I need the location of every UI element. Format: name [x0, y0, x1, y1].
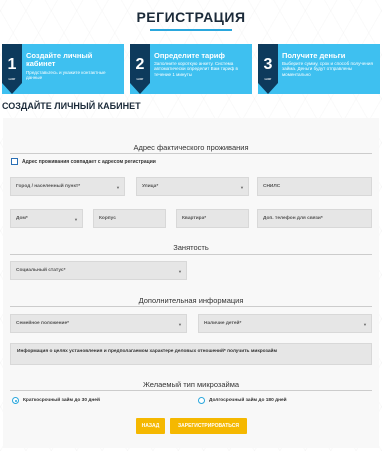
- children-select[interactable]: Наличие детей* ▼: [198, 314, 372, 333]
- employment-section-title: Занятость: [173, 243, 209, 252]
- step-description: Заполните короткую анкету. Система автом…: [154, 61, 238, 77]
- step-number-badge: 3 шаг: [258, 44, 278, 94]
- marital-status-placeholder: Семейное положение*: [16, 321, 70, 326]
- apartment-placeholder: Квартира*: [182, 216, 207, 221]
- short-term-label: Краткосрочный займ до 30 дней: [23, 398, 100, 403]
- step-title: Создайте личный кабинет: [26, 51, 93, 68]
- title-underline: [150, 29, 232, 31]
- chevron-down-icon: ▼: [363, 322, 367, 327]
- steps-banner: 1 шаг Создайте личный кабинет Представьт…: [2, 44, 380, 94]
- step-description: Представьтесь и укажите контактные данны…: [26, 70, 106, 81]
- children-placeholder: Наличие детей*: [204, 321, 242, 326]
- back-button[interactable]: НАЗАД: [136, 418, 165, 434]
- long-term-label: Долгосрочный займ до 180 дней: [209, 398, 287, 403]
- section-divider: [10, 153, 372, 154]
- same-address-label: Адрес проживания совпадает с адресом рег…: [22, 159, 156, 165]
- house-select[interactable]: Дом* ▼: [10, 209, 83, 228]
- snils-input[interactable]: СНИЛС: [257, 177, 372, 196]
- chevron-down-icon: ▼: [178, 322, 182, 327]
- step-word: шаг: [264, 76, 272, 81]
- loan-section-title: Желаемый тип микрозайма: [142, 380, 240, 389]
- address-section-title: Адрес фактического проживания: [133, 143, 249, 152]
- extra-phone-input[interactable]: Доп. телефон для связи*: [257, 209, 372, 228]
- step-word: шаг: [8, 76, 16, 81]
- short-term-radio[interactable]: [12, 397, 19, 404]
- section-divider: [10, 390, 372, 391]
- social-status-select[interactable]: Социальный статус* ▼: [10, 261, 187, 280]
- long-term-radio[interactable]: [198, 397, 205, 404]
- section-divider: [10, 254, 372, 255]
- step-3: 3 шаг Получите деньги Выберите сумму, ср…: [258, 44, 380, 94]
- step-number: 1: [7, 56, 17, 73]
- building-input[interactable]: Корпус: [93, 209, 166, 228]
- step-title: Определите тариф: [154, 51, 225, 60]
- same-address-checkbox[interactable]: [11, 158, 18, 165]
- cabinet-title: СОЗДАЙТЕ ЛИЧНЫЙ КАБИНЕТ: [2, 101, 141, 111]
- chevron-down-icon: ▼: [74, 217, 78, 222]
- step-number: 2: [135, 56, 145, 73]
- step-number-badge: 1 шаг: [2, 44, 22, 94]
- building-placeholder: Корпус: [99, 216, 116, 221]
- house-placeholder: Дом*: [16, 216, 28, 221]
- social-status-placeholder: Социальный статус*: [16, 268, 66, 273]
- apartment-input[interactable]: Квартира*: [176, 209, 249, 228]
- step-title: Получите деньги: [282, 51, 346, 60]
- additional-section-title: Дополнительная информация: [138, 296, 244, 305]
- register-button[interactable]: ЗАРЕГИСТРИРОВАТЬСЯ: [170, 418, 247, 434]
- step-description: Выберите сумму, срок и способ получения …: [282, 61, 373, 77]
- step-number-badge: 2 шаг: [130, 44, 150, 94]
- city-select[interactable]: Город / населенный пункт* ▼: [10, 177, 125, 196]
- city-placeholder: Город / населенный пункт*: [16, 184, 81, 189]
- extra-phone-placeholder: Доп. телефон для связи*: [263, 216, 323, 221]
- chevron-down-icon: ▼: [178, 269, 182, 274]
- chevron-down-icon: ▼: [240, 185, 244, 190]
- chevron-down-icon: ▼: [116, 185, 120, 190]
- step-1: 1 шаг Создайте личный кабинет Представьт…: [2, 44, 124, 94]
- step-number: 3: [263, 56, 273, 73]
- step-2: 2 шаг Определите тариф Заполните коротку…: [130, 44, 252, 94]
- marital-status-select[interactable]: Семейное положение* ▼: [10, 314, 187, 333]
- street-select[interactable]: Улица* ▼: [136, 177, 249, 196]
- relationship-purpose-field[interactable]: Информация о целях установления и предпо…: [10, 343, 372, 365]
- page-title: РЕГИСТРАЦИЯ: [136, 9, 246, 25]
- section-divider: [10, 306, 372, 307]
- snils-placeholder: СНИЛС: [263, 184, 281, 189]
- street-placeholder: Улица*: [142, 184, 159, 189]
- step-word: шаг: [136, 76, 144, 81]
